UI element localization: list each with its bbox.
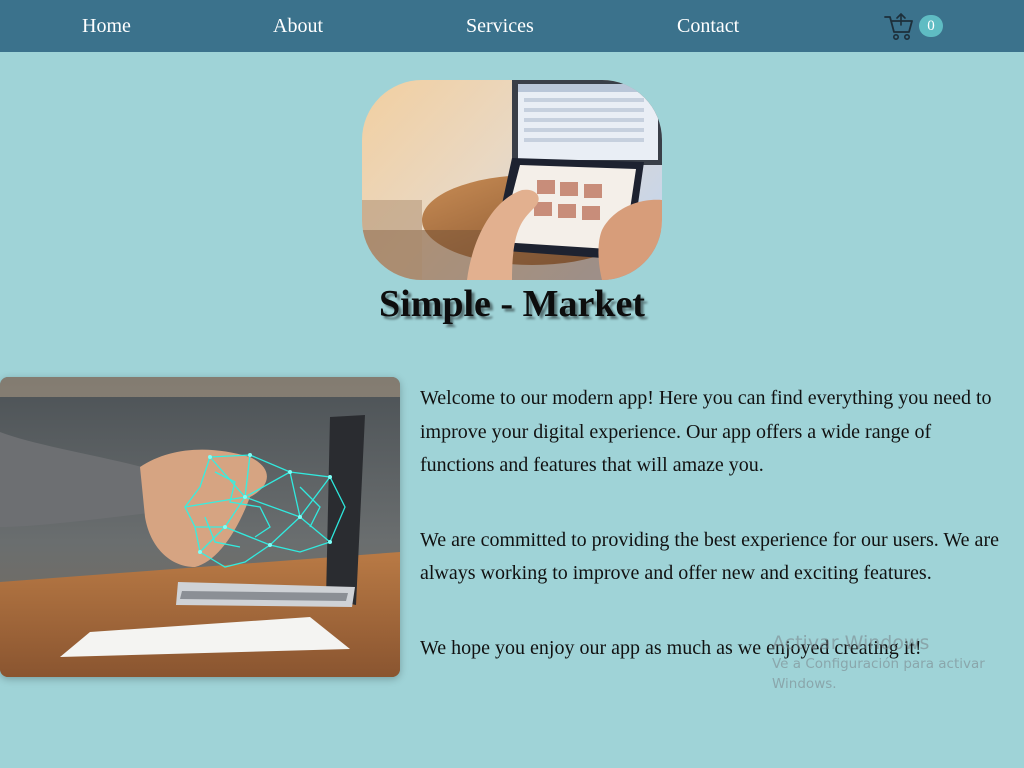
navbar: Home About Services Contact 0 [0, 0, 1024, 52]
hero-image [362, 80, 662, 280]
shopping-cart-icon[interactable] [884, 10, 914, 42]
nav-about-link[interactable]: About [273, 14, 323, 38]
intro-paragraph-2: We are committed to providing the best e… [420, 528, 999, 585]
nav-services-link[interactable]: Services [466, 14, 534, 38]
feature-image [0, 377, 400, 677]
watermark-title: Activar Windows [772, 632, 930, 654]
windows-activation-watermark: Activar Windows Ve a Configuración para … [772, 632, 992, 694]
nav-home-link[interactable]: Home [82, 14, 131, 38]
watermark-subtitle: Ve a Configuración para activar Windows. [772, 656, 985, 692]
cart-count-badge: 0 [919, 15, 943, 37]
intro-paragraph-1: Welcome to our modern app! Here you can … [420, 387, 992, 476]
nav-contact-link[interactable]: Contact [677, 14, 739, 38]
site-title: Simple - Market [379, 283, 645, 325]
